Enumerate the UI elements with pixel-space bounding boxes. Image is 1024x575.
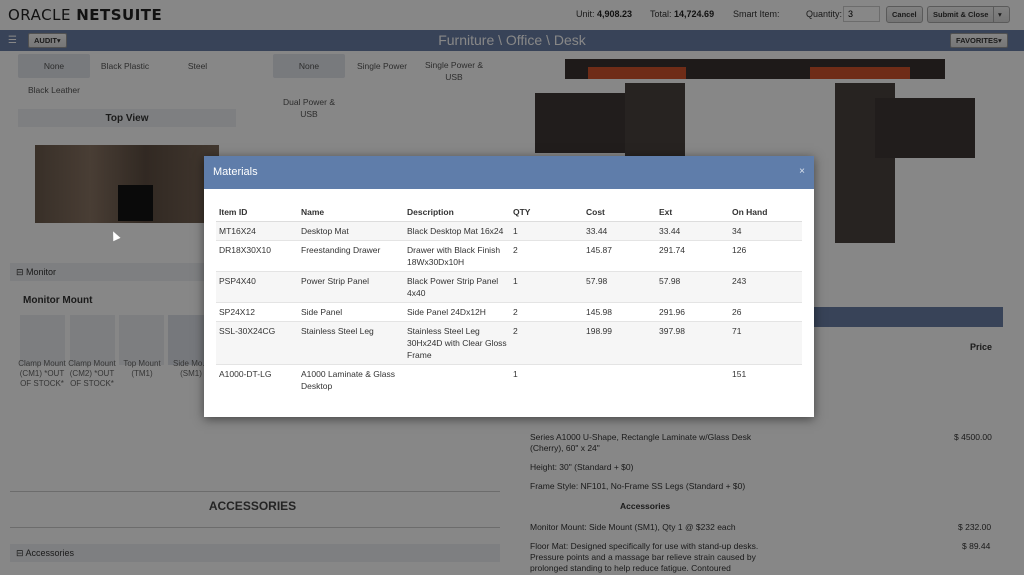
table-row: MT16X24 Desktop Mat Black Desktop Mat 16… [216,221,802,241]
cell-cost [583,364,656,395]
col-header-item-id: Item ID [216,203,298,222]
modal-title: Materials [213,166,258,178]
cell-ext [656,364,729,395]
close-icon[interactable]: × [799,166,805,177]
col-header-name: Name [298,203,404,222]
cell-on-hand: 126 [729,240,802,272]
cell-name: Power Strip Panel [298,271,404,303]
col-header-qty: QTY [510,203,583,222]
cell-ext: 291.74 [656,240,729,272]
cell-qty: 2 [510,321,583,365]
cell-cost: 145.87 [583,240,656,272]
table-row: SSL-30X24CG Stainless Steel Leg Stainles… [216,321,802,365]
cell-description: Stainless Steel Leg 30Hx24D with Clear G… [404,321,510,365]
cell-description: Black Desktop Mat 16x24 [404,221,510,241]
cell-name: Desktop Mat [298,221,404,241]
cell-item-id: SSL-30X24CG [216,321,298,365]
table-header-row: Item ID Name Description QTY Cost Ext On… [216,203,802,222]
cell-on-hand: 243 [729,271,802,303]
cell-qty: 1 [510,271,583,303]
table-row: DR18X30X10 Freestanding Drawer Drawer wi… [216,240,802,272]
cell-description: Black Power Strip Panel 4x40 [404,271,510,303]
cell-on-hand: 26 [729,302,802,322]
table-row: A1000-DT-LG A1000 Laminate & Glass Deskt… [216,364,802,395]
cell-ext: 57.98 [656,271,729,303]
cell-item-id: A1000-DT-LG [216,364,298,395]
cell-cost: 57.98 [583,271,656,303]
col-header-ext: Ext [656,203,729,222]
cell-cost: 145.98 [583,302,656,322]
table-row: SP24X12 Side Panel Side Panel 24Dx12H 2 … [216,302,802,322]
modal-header: Materials × [204,156,814,189]
cell-ext: 291.96 [656,302,729,322]
cell-ext: 397.98 [656,321,729,365]
cell-on-hand: 71 [729,321,802,365]
cell-name: A1000 Laminate & Glass Desktop [298,364,404,395]
cell-description: Side Panel 24Dx12H [404,302,510,322]
cell-qty: 2 [510,302,583,322]
col-header-description: Description [404,203,510,222]
cell-item-id: SP24X12 [216,302,298,322]
cell-qty: 2 [510,240,583,272]
cell-on-hand: 151 [729,364,802,395]
materials-modal: Materials × Item ID Name Description QTY… [204,156,814,417]
col-header-cost: Cost [583,203,656,222]
cell-item-id: DR18X30X10 [216,240,298,272]
cell-cost: 198.99 [583,321,656,365]
cell-name: Stainless Steel Leg [298,321,404,365]
cell-ext: 33.44 [656,221,729,241]
cell-qty: 1 [510,364,583,395]
cell-on-hand: 34 [729,221,802,241]
cell-description: Drawer with Black Finish 18Wx30Dx10H [404,240,510,272]
cell-name: Side Panel [298,302,404,322]
table-row: PSP4X40 Power Strip Panel Black Power St… [216,271,802,303]
cell-description [404,364,510,395]
cell-item-id: MT16X24 [216,221,298,241]
col-header-on-hand: On Hand [729,203,802,222]
cell-item-id: PSP4X40 [216,271,298,303]
materials-table: Item ID Name Description QTY Cost Ext On… [216,203,802,395]
cell-name: Freestanding Drawer [298,240,404,272]
cell-cost: 33.44 [583,221,656,241]
cell-qty: 1 [510,221,583,241]
